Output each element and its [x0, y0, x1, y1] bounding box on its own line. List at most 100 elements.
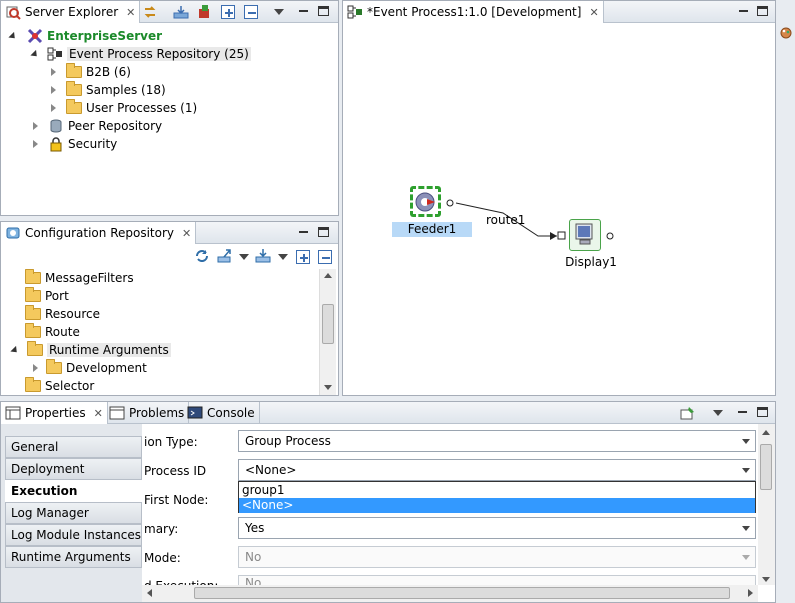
- tree-security[interactable]: Security: [33, 135, 117, 153]
- route-connector[interactable]: [343, 1, 776, 396]
- tree-b2b[interactable]: B2B (6): [51, 63, 131, 81]
- tree-peer-repo[interactable]: Peer Repository: [33, 117, 162, 135]
- label-execution-type: ion Type:: [144, 435, 198, 449]
- feeder-node[interactable]: [410, 186, 441, 217]
- collapse-all-icon[interactable]: [318, 250, 332, 264]
- properties-panel: Properties ✕ Problems Console General De…: [0, 401, 776, 603]
- problems-icon: [109, 405, 125, 421]
- properties-vscroll[interactable]: [758, 424, 775, 585]
- display-node[interactable]: [569, 219, 601, 251]
- scroll-left-arrow[interactable]: [147, 589, 152, 597]
- properties-tab-label: Properties: [25, 406, 86, 420]
- config-item-runtime-arguments[interactable]: Runtime Arguments: [10, 341, 171, 359]
- collapsed-arrow-icon[interactable]: [51, 68, 56, 76]
- tree-samples[interactable]: Samples (18): [51, 81, 166, 99]
- close-icon[interactable]: ✕: [126, 6, 135, 19]
- collapsed-arrow-icon[interactable]: [51, 104, 56, 112]
- scroll-thumb[interactable]: [194, 587, 730, 599]
- tree-event-repo[interactable]: Event Process Repository (25): [30, 45, 251, 63]
- side-tab-general[interactable]: General: [5, 436, 142, 458]
- server-explorer-panel: Server Explorer ✕ EnterpriseServer Event…: [0, 0, 339, 216]
- scroll-right-arrow[interactable]: [748, 589, 753, 597]
- tab-properties[interactable]: Properties ✕: [1, 402, 108, 424]
- config-item-route[interactable]: Route: [25, 323, 80, 341]
- tab-problems[interactable]: Problems: [105, 402, 190, 424]
- scroll-up-arrow[interactable]: [762, 430, 770, 435]
- maximize-icon[interactable]: [318, 227, 329, 237]
- dropdown-option-group1[interactable]: group1: [239, 483, 755, 498]
- export-icon[interactable]: [217, 248, 233, 264]
- collapsed-arrow-icon[interactable]: [33, 364, 38, 372]
- config-scrollbar[interactable]: [319, 269, 336, 395]
- console-icon: [187, 405, 203, 421]
- problems-tab-label: Problems: [129, 406, 185, 420]
- expanded-arrow-icon[interactable]: [10, 345, 20, 355]
- side-tab-runtime-arguments[interactable]: Runtime Arguments: [5, 546, 142, 568]
- properties-hscroll[interactable]: [142, 585, 758, 602]
- side-tab-label: General: [11, 440, 59, 454]
- side-tab-log-module-instances[interactable]: Log Module Instances: [5, 524, 142, 546]
- collapsed-arrow-icon[interactable]: [51, 86, 56, 94]
- display-label[interactable]: Display1: [563, 255, 619, 269]
- collapse-all-icon[interactable]: [244, 5, 258, 19]
- config-item-development[interactable]: Development: [33, 359, 147, 377]
- scroll-thumb[interactable]: [760, 444, 772, 490]
- side-tab-execution[interactable]: Execution: [5, 480, 142, 502]
- right-strip: [778, 0, 795, 603]
- config-item-resource[interactable]: Resource: [25, 305, 100, 323]
- properties-tabbar: Properties ✕ Problems Console: [1, 402, 775, 424]
- feeder-gear-icon: [415, 192, 435, 212]
- dropdown-option-none[interactable]: <None>: [239, 498, 755, 513]
- config-item-selector[interactable]: Selector: [25, 377, 94, 395]
- import-dropdown-icon[interactable]: [278, 254, 292, 268]
- expanded-arrow-icon[interactable]: [8, 31, 18, 41]
- process-id-combo[interactable]: <None>: [238, 459, 756, 481]
- chevron-down-icon[interactable]: [742, 468, 750, 473]
- scroll-down-arrow[interactable]: [762, 577, 770, 582]
- import-icon[interactable]: [255, 248, 271, 264]
- maximize-icon[interactable]: [757, 407, 768, 417]
- editor-panel: *Event Process1:1.0 [Development] ✕ Feed…: [342, 0, 776, 396]
- scroll-down-arrow[interactable]: [324, 385, 332, 390]
- scroll-thumb[interactable]: [322, 304, 334, 344]
- config-item-port[interactable]: Port: [25, 287, 69, 305]
- chevron-down-icon[interactable]: [742, 439, 750, 444]
- refresh-icon[interactable]: [194, 248, 210, 264]
- minimize-icon[interactable]: [735, 405, 749, 419]
- view-menu-icon[interactable]: [713, 410, 727, 424]
- peer-repo-label: Peer Repository: [68, 119, 163, 133]
- tree-user-processes[interactable]: User Processes (1): [51, 99, 197, 117]
- option-label: group1: [242, 483, 285, 497]
- tab-configuration-repository[interactable]: Configuration Repository ✕: [1, 222, 197, 244]
- maximize-icon[interactable]: [318, 6, 329, 16]
- primary-combo[interactable]: Yes: [238, 517, 756, 539]
- feeder-label[interactable]: Feeder1: [392, 222, 472, 237]
- view-menu-icon[interactable]: [274, 9, 288, 23]
- side-tab-log-manager[interactable]: Log Manager: [5, 502, 142, 524]
- new-server-icon[interactable]: [196, 4, 212, 20]
- chevron-down-icon[interactable]: [742, 526, 750, 531]
- side-tab-deployment[interactable]: Deployment: [5, 458, 142, 480]
- tree-root[interactable]: EnterpriseServer: [8, 27, 162, 45]
- minimize-icon[interactable]: [296, 4, 310, 18]
- close-icon[interactable]: ✕: [182, 227, 191, 240]
- palette-icon[interactable]: [779, 26, 793, 40]
- close-icon[interactable]: ✕: [94, 407, 103, 420]
- route-label[interactable]: route1: [486, 213, 525, 227]
- expand-all-icon[interactable]: [296, 250, 310, 264]
- expanded-arrow-icon[interactable]: [30, 49, 40, 59]
- minimize-icon[interactable]: [296, 225, 310, 239]
- collapsed-arrow-icon[interactable]: [33, 122, 38, 130]
- export-dropdown-icon[interactable]: [239, 254, 253, 268]
- side-tab-label: Log Manager: [11, 506, 89, 520]
- config-item-messagefilters[interactable]: MessageFilters: [25, 269, 134, 287]
- collapsed-arrow-icon[interactable]: [33, 140, 38, 148]
- tab-server-explorer[interactable]: Server Explorer ✕: [1, 1, 141, 23]
- pin-view-icon[interactable]: [680, 405, 696, 421]
- execution-type-combo[interactable]: Group Process: [238, 430, 756, 452]
- tab-console[interactable]: Console: [183, 402, 260, 424]
- deploy-icon[interactable]: [173, 4, 189, 20]
- link-editor-icon[interactable]: [142, 4, 158, 20]
- expand-all-icon[interactable]: [221, 5, 235, 19]
- scroll-up-arrow[interactable]: [324, 273, 332, 278]
